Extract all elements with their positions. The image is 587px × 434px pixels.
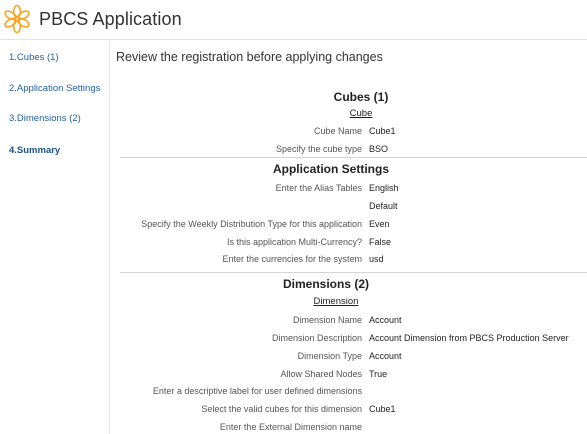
page-heading: Review the registration before applying … [116, 50, 383, 64]
external-dimension-label: Enter the External Dimension name [219, 422, 362, 432]
cube-subtitle: Cube [349, 108, 373, 119]
section-divider [120, 272, 587, 273]
cube-name-value: Cube1 [369, 126, 396, 136]
wizard-steps-sidebar: 1.Cubes (1) 2.Application Settings 3.Dim… [0, 41, 110, 434]
step-summary[interactable]: 4.Summary [9, 145, 60, 156]
weekly-distribution-label: Specify the Weekly Distribution Type for… [141, 219, 362, 229]
dimension-description-label: Dimension Description [271, 333, 362, 343]
shared-nodes-value: True [369, 369, 388, 379]
multi-currency-value: False [369, 237, 392, 247]
dimension-name-value: Account [369, 315, 402, 325]
app-settings-section-title: Application Settings [272, 162, 389, 176]
dimension-name-label: Dimension Name [292, 315, 362, 325]
valid-cubes-value: Cube1 [369, 404, 396, 414]
alias-tables-label: Enter the Alias Tables [275, 183, 362, 193]
multi-currency-label: Is this application Multi-Currency? [226, 237, 362, 247]
summary-panel: Review the registration before applying … [111, 41, 587, 434]
cube-name-label: Cube Name [313, 126, 362, 136]
cube-type-value: BSO [369, 144, 389, 154]
dimension-subtitle: Dimension [313, 296, 359, 307]
alias-tables-value-english: English [369, 183, 399, 193]
valid-cubes-label: Select the valid cubes for this dimensio… [201, 404, 362, 414]
dimensions-section-title: Dimensions (2) [282, 277, 369, 291]
cube-type-label: Specify the cube type [275, 144, 362, 154]
flower-logo-icon [4, 4, 30, 34]
currencies-value: usd [369, 254, 384, 264]
shared-nodes-label: Allow Shared Nodes [280, 369, 362, 379]
step-dimensions[interactable]: 3.Dimensions (2) [9, 113, 81, 124]
user-defined-label: Enter a descriptive label for user defin… [152, 386, 362, 396]
step-cubes[interactable]: 1.Cubes (1) [9, 52, 59, 63]
section-divider [120, 157, 587, 158]
cubes-section-title: Cubes (1) [333, 90, 389, 104]
dimension-type-value: Account [369, 351, 402, 361]
alias-tables-value-default: Default [369, 201, 398, 211]
app-title: PBCS Application [39, 9, 182, 29]
app-header: PBCS Application [0, 0, 587, 40]
step-application-settings[interactable]: 2.Application Settings [9, 83, 100, 94]
dimension-description-value: Account Dimension from PBCS Production S… [369, 333, 569, 343]
weekly-distribution-value: Even [369, 219, 390, 229]
currencies-label: Enter the currencies for the system [222, 254, 362, 264]
dimension-type-label: Dimension Type [297, 351, 362, 361]
